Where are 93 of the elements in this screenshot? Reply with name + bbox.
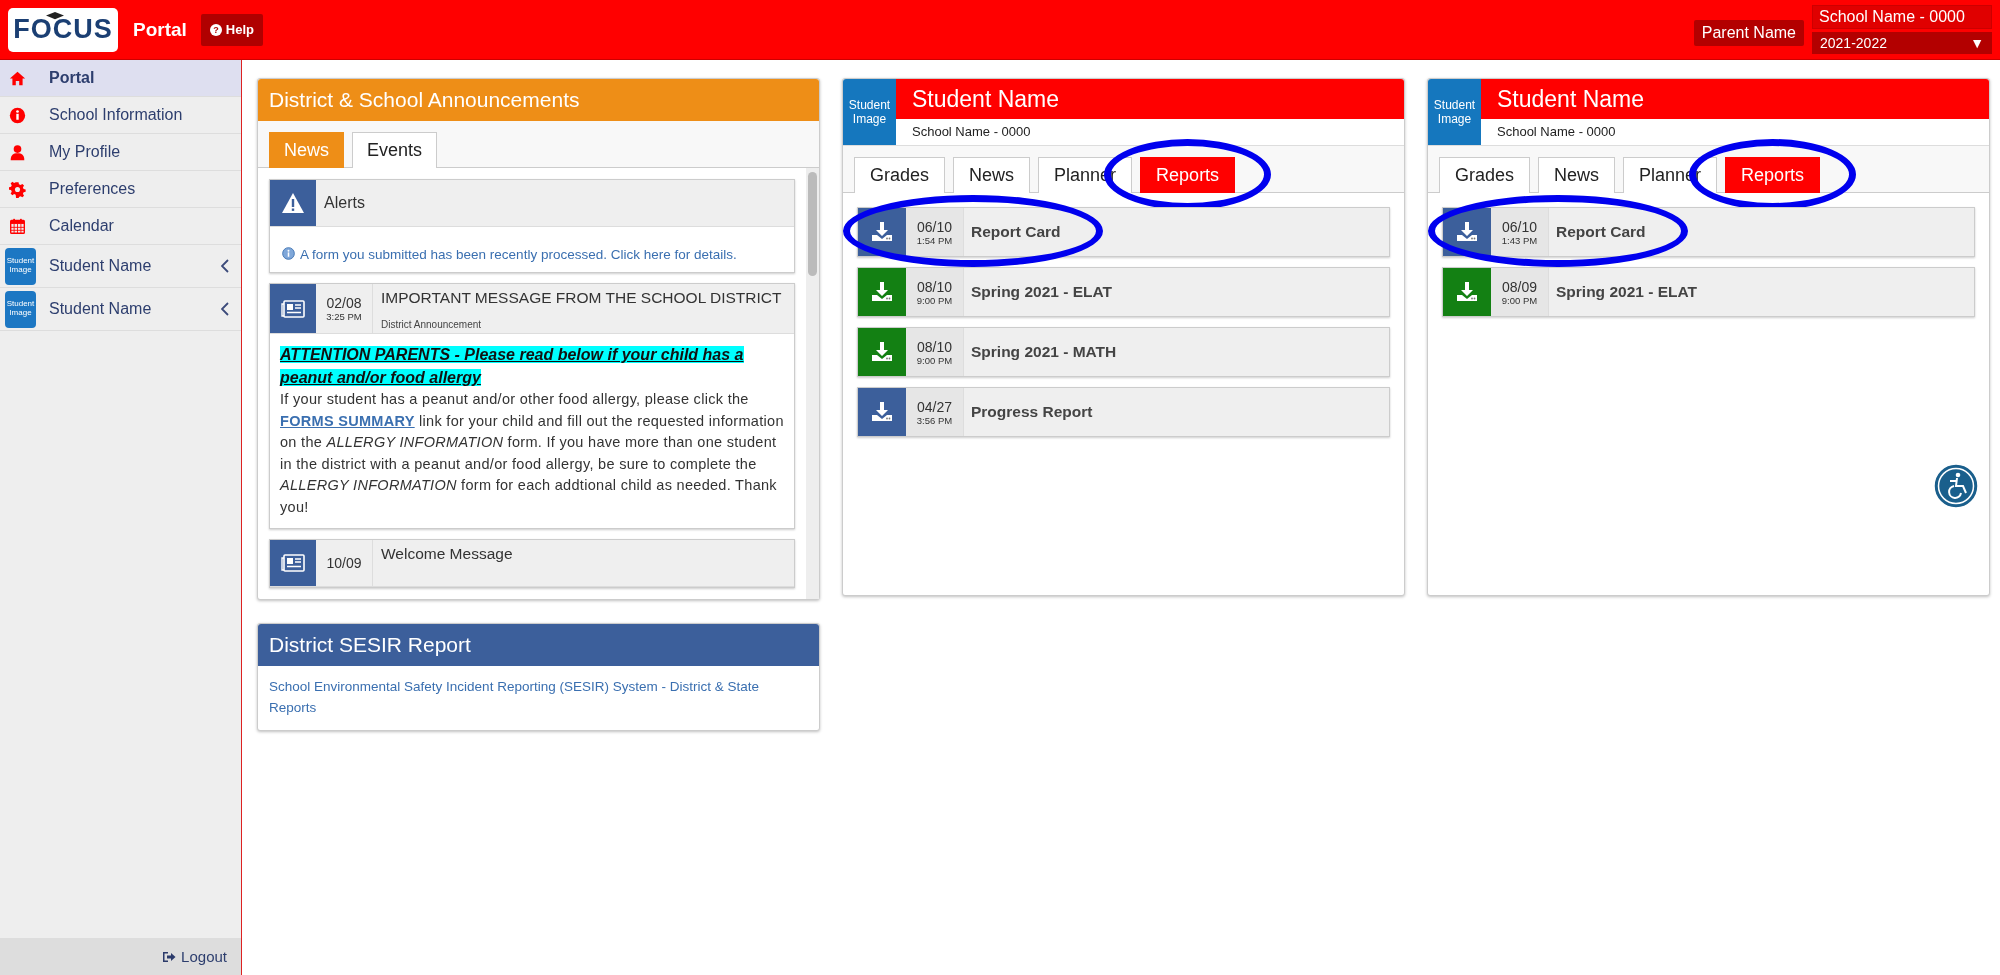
news-date: 10/09 xyxy=(326,555,362,572)
question-icon: ? xyxy=(209,23,222,36)
sidebar-item[interactable]: Student Image Student Name xyxy=(0,245,241,288)
download-button[interactable] xyxy=(858,328,906,376)
download-button[interactable] xyxy=(858,388,906,436)
tab[interactable]: Reports xyxy=(1140,157,1236,193)
student-image: Student Image xyxy=(5,247,36,285)
warning-icon xyxy=(281,192,305,214)
report-date: 06/10 xyxy=(916,218,952,235)
tab[interactable]: Events xyxy=(352,132,438,168)
logout-icon xyxy=(162,950,177,963)
newspaper-icon xyxy=(281,299,305,318)
chevron-left-icon xyxy=(221,259,229,273)
report-title: Report Card xyxy=(1555,223,1646,241)
news-time: 3:25 PM xyxy=(326,311,362,322)
download-button[interactable] xyxy=(1443,268,1491,316)
school-name[interactable]: School Name - 0000 xyxy=(1812,5,1992,29)
report-row[interactable]: 08/10 9:00 PM Spring 2021 - MATH xyxy=(857,327,1390,377)
user-icon xyxy=(9,143,26,161)
report-date: 08/10 xyxy=(916,278,952,295)
report-title: Progress Report xyxy=(970,403,1093,421)
report-time: 1:54 PM xyxy=(916,234,953,246)
news-headline: ATTENTION PARENTS - Please read below if your child has a peanut and/or food allergy xyxy=(280,345,745,389)
student-name: Student Name xyxy=(896,79,1404,119)
tab[interactable]: Reports xyxy=(1725,157,1821,193)
scrollbar[interactable] xyxy=(806,168,819,599)
report-row[interactable]: 04/27 3:56 PM Progress Report xyxy=(857,387,1390,437)
settings-icon xyxy=(9,180,26,198)
panel-title: District SESIR Report xyxy=(258,624,819,666)
student-image: Student Image xyxy=(5,290,36,328)
download-icon xyxy=(870,220,894,244)
calendar-icon xyxy=(9,217,26,235)
report-date: 06/10 xyxy=(1501,218,1537,235)
download-icon xyxy=(870,280,894,304)
sidebar-item[interactable]: Student Image Student Name xyxy=(0,288,241,331)
news-category: District Announcement xyxy=(381,319,483,330)
download-icon xyxy=(870,340,894,364)
student-name: Student Name xyxy=(1481,79,1989,119)
report-time: 9:00 PM xyxy=(1501,294,1538,306)
sidebar-item[interactable]: Calendar xyxy=(0,208,241,245)
parent-name-badge[interactable]: Parent Name xyxy=(1693,19,1804,46)
news-date: 02/08 xyxy=(326,295,362,311)
download-icon xyxy=(1455,280,1479,304)
report-time: 9:00 PM xyxy=(916,354,953,366)
help-button[interactable]: ? Help xyxy=(200,13,264,46)
info-icon xyxy=(282,247,295,260)
chevron-left-icon xyxy=(221,302,229,316)
forms-summary-link[interactable]: FORMS SUMMARY xyxy=(280,412,415,429)
report-row[interactable]: 08/10 9:00 PM Spring 2021 - ELAT xyxy=(857,267,1390,317)
news-title: Welcome Message xyxy=(381,545,513,564)
page-title: Portal xyxy=(133,18,187,41)
download-button[interactable] xyxy=(858,268,906,316)
sidebar-item[interactable]: Preferences xyxy=(0,171,241,208)
scrollbar-thumb[interactable] xyxy=(808,172,817,276)
sidebar-item[interactable]: School Information xyxy=(0,97,241,134)
download-icon xyxy=(870,400,894,424)
panel-title: District & School Announcements xyxy=(258,79,819,121)
school-name: School Name - 0000 xyxy=(1496,123,1617,139)
info-icon xyxy=(9,106,26,124)
report-row[interactable]: 06/10 1:43 PM Report Card xyxy=(1442,207,1975,257)
download-icon xyxy=(1455,220,1479,244)
sidebar-item[interactable]: Portal xyxy=(0,60,241,97)
report-title: Spring 2021 - ELAT xyxy=(1555,283,1697,301)
report-row[interactable]: 06/10 1:54 PM Report Card xyxy=(857,207,1390,257)
news-title: IMPORTANT MESSAGE FROM THE SCHOOL DISTRICT xyxy=(381,289,782,307)
accessibility-icon[interactable] xyxy=(1932,462,1980,510)
report-title: Report Card xyxy=(970,223,1061,241)
student-image: Student Image xyxy=(843,79,896,145)
report-date: 08/09 xyxy=(1501,278,1537,295)
report-row[interactable]: 08/09 9:00 PM Spring 2021 - ELAT xyxy=(1442,267,1975,317)
sesir-link[interactable]: School Environmental Safety Incident Reporting (SESIR) System - District & State Reports xyxy=(269,676,808,718)
school-name: School Name - 0000 xyxy=(911,123,1032,139)
report-date: 04/27 xyxy=(916,398,952,415)
year-select[interactable]: 2021-2022 ▼ xyxy=(1812,32,1992,54)
sidebar-item[interactable]: My Profile xyxy=(0,134,241,171)
tab[interactable]: Grades xyxy=(1439,157,1531,193)
tab[interactable]: News xyxy=(953,157,1031,193)
report-title: Spring 2021 - MATH xyxy=(970,343,1117,361)
report-date: 08/10 xyxy=(916,338,952,355)
newspaper-icon xyxy=(281,554,305,573)
tab[interactable]: News xyxy=(1538,157,1616,193)
tab[interactable]: Grades xyxy=(854,157,946,193)
home-icon xyxy=(9,69,26,87)
report-title: Spring 2021 - ELAT xyxy=(970,283,1112,301)
report-time: 3:56 PM xyxy=(916,414,953,426)
news-text: If your student has a peanut and/or other food allergy, please click the FORMS SUMMARY link for your child and fill out the requested information on the ALLERGY INFORMATION form. If you have more than one student in the district with a peanut and/or food allergy, be sure to complete the ALLERGY INFORMATION form for each addtional child as needed. Thank you! xyxy=(280,390,784,517)
report-time: 1:43 PM xyxy=(1501,234,1538,246)
student-image: Student Image xyxy=(1428,79,1481,145)
alert-link[interactable]: A form you submitted has been recently processed. Click here for details. xyxy=(300,247,737,262)
report-time: 9:00 PM xyxy=(916,294,953,306)
alerts-title: Alerts xyxy=(324,194,365,212)
logout-link[interactable]: Logout xyxy=(0,938,241,975)
focus-logo[interactable]: FOCUS xyxy=(8,7,118,52)
